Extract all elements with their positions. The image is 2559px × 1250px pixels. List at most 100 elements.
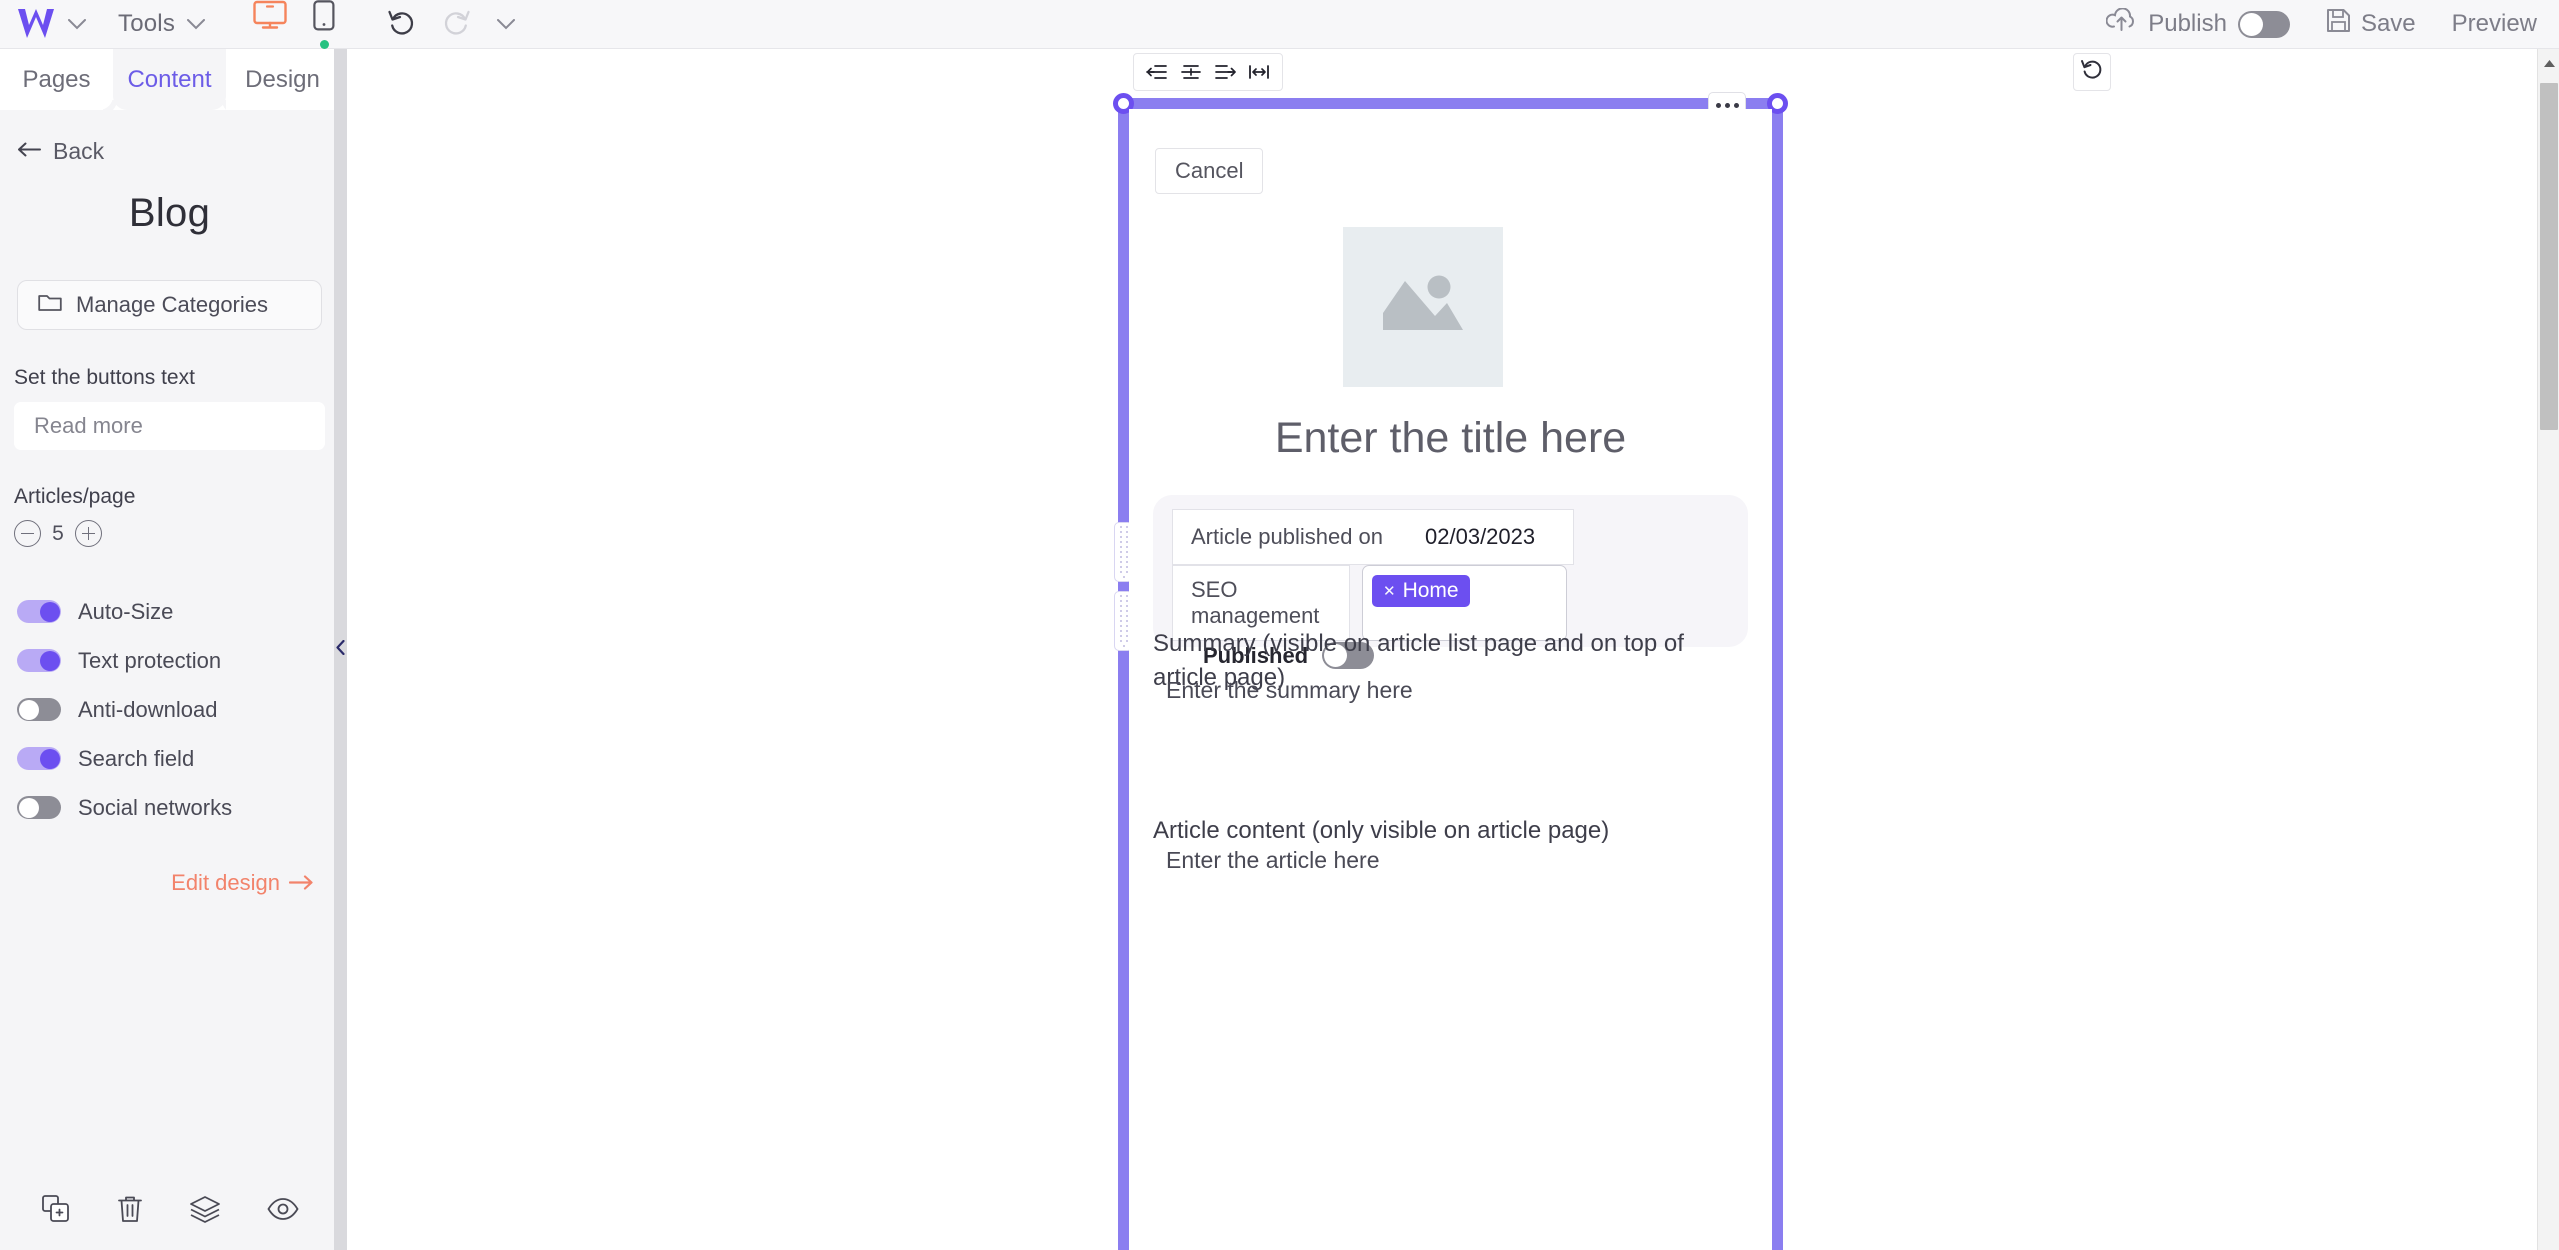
tab-content[interactable]: Content bbox=[99, 49, 240, 110]
publish-control[interactable]: Publish bbox=[2105, 7, 2290, 40]
seo-management-text: SEO management bbox=[1191, 577, 1320, 628]
text-protection-toggle[interactable] bbox=[17, 649, 61, 672]
anti-download-toggle[interactable] bbox=[17, 698, 61, 721]
scroll-up-icon[interactable] bbox=[2538, 53, 2559, 73]
article-content-heading: Article content (only visible on article… bbox=[1153, 817, 1610, 844]
chevron-left-icon bbox=[336, 639, 345, 660]
back-button[interactable]: Back bbox=[0, 110, 339, 165]
arrow-right-icon bbox=[288, 870, 313, 896]
articles-per-page-stepper: 5 bbox=[0, 509, 339, 547]
toggle-row-search-field[interactable]: Search field bbox=[0, 734, 339, 783]
redo-button[interactable] bbox=[441, 8, 471, 41]
tab-pages[interactable]: Pages bbox=[0, 49, 113, 110]
auto-size-toggle[interactable] bbox=[17, 600, 61, 623]
page-title: Blog bbox=[128, 191, 211, 235]
align-left-icon[interactable] bbox=[1140, 55, 1174, 89]
sidebar-bottom-toolbar bbox=[0, 1172, 340, 1250]
article-content-placeholder[interactable]: Enter the article here bbox=[1166, 847, 1380, 874]
undo-button[interactable] bbox=[387, 8, 417, 41]
preview-label: Preview bbox=[2451, 10, 2537, 37]
reload-icon bbox=[2080, 58, 2104, 87]
toggle-row-text-protection[interactable]: Text protection bbox=[0, 636, 339, 685]
tools-menu[interactable]: Tools bbox=[118, 10, 207, 38]
search-field-toggle[interactable] bbox=[17, 747, 61, 770]
w-logo-icon bbox=[16, 7, 56, 41]
mobile-view-icon bbox=[313, 0, 335, 36]
app-logo[interactable] bbox=[0, 7, 88, 41]
minus-circle-icon[interactable] bbox=[14, 520, 41, 547]
left-sidebar: Pages Content Design Back Blog Manage Ca… bbox=[0, 49, 340, 1250]
settings-toggle-list: Auto-Size Text protection Anti-download … bbox=[0, 547, 339, 832]
layers-icon[interactable] bbox=[189, 1195, 221, 1228]
desktop-view-button[interactable] bbox=[253, 0, 287, 35]
buttons-text-value: Read more bbox=[34, 413, 143, 438]
chevron-down-icon bbox=[185, 13, 207, 35]
align-center-icon[interactable] bbox=[1174, 55, 1208, 89]
folder-icon bbox=[38, 292, 62, 318]
cloud-upload-icon bbox=[2105, 7, 2137, 40]
anti-download-label: Anti-download bbox=[78, 696, 218, 722]
search-field-label: Search field bbox=[78, 745, 195, 771]
summary-placeholder[interactable]: Enter the summary here bbox=[1166, 677, 1413, 704]
mobile-status-dot bbox=[319, 39, 329, 49]
plus-circle-icon[interactable] bbox=[75, 520, 102, 547]
top-toolbar: Tools Publish Save Preview bbox=[0, 0, 2559, 49]
save-label: Save bbox=[2360, 10, 2416, 37]
tag-chip-home[interactable]: ✕ Home bbox=[1372, 575, 1470, 607]
publish-toggle[interactable] bbox=[2237, 10, 2290, 38]
chevron-down-icon[interactable] bbox=[495, 13, 517, 35]
buttons-text-label: Set the buttons text bbox=[14, 366, 195, 389]
sidebar-collapse-handle[interactable] bbox=[334, 49, 347, 1250]
toggle-row-anti-download[interactable]: Anti-download bbox=[0, 685, 339, 734]
selection-right-border bbox=[1772, 98, 1783, 1250]
manage-categories-label: Manage Categories bbox=[76, 292, 269, 317]
preview-button[interactable]: Preview bbox=[2452, 10, 2537, 38]
eye-icon[interactable] bbox=[267, 1197, 299, 1225]
tab-content-label: Content bbox=[127, 65, 212, 93]
reload-button[interactable] bbox=[2073, 53, 2111, 91]
text-protection-label: Text protection bbox=[78, 647, 222, 673]
tools-label: Tools bbox=[118, 10, 176, 37]
back-label: Back bbox=[53, 138, 105, 164]
save-button[interactable]: Save bbox=[2326, 8, 2416, 40]
tab-design-label: Design bbox=[245, 65, 320, 93]
scrollbar-thumb[interactable] bbox=[2540, 83, 2558, 430]
published-on-row[interactable]: Article published on 02/03/2023 bbox=[1172, 509, 1574, 565]
publish-label: Publish bbox=[2148, 10, 2227, 37]
social-networks-toggle[interactable] bbox=[17, 796, 61, 819]
selection-left-border bbox=[1118, 98, 1129, 1250]
close-icon[interactable]: ✕ bbox=[1383, 582, 1396, 600]
article-meta-card: Article published on 02/03/2023 SEO mana… bbox=[1153, 495, 1748, 669]
published-on-label: Article published on bbox=[1191, 524, 1384, 549]
manage-categories-button[interactable]: Manage Categories bbox=[17, 280, 322, 330]
trash-icon[interactable] bbox=[117, 1194, 143, 1229]
auto-size-label: Auto-Size bbox=[78, 598, 174, 624]
align-right-icon[interactable] bbox=[1208, 55, 1242, 89]
floppy-disk-icon bbox=[2326, 8, 2351, 40]
page-scrollbar[interactable] bbox=[2537, 49, 2559, 1250]
arrow-left-icon bbox=[18, 142, 42, 162]
mobile-view-button[interactable] bbox=[313, 0, 335, 49]
fit-width-icon[interactable] bbox=[1242, 55, 1276, 89]
articles-per-page-value: 5 bbox=[52, 521, 64, 545]
toggle-row-auto-size[interactable]: Auto-Size bbox=[0, 587, 339, 636]
desktop-view-icon bbox=[253, 0, 287, 35]
sidebar-tabs: Pages Content Design bbox=[0, 49, 339, 110]
duplicate-icon[interactable] bbox=[41, 1194, 71, 1229]
article-editor-page: Cancel Enter the title here Article publ… bbox=[1129, 109, 1772, 1250]
cancel-button[interactable]: Cancel bbox=[1155, 148, 1264, 194]
selection-top-border bbox=[1118, 98, 1783, 109]
edit-design-link[interactable]: Edit design bbox=[0, 832, 339, 896]
cancel-label: Cancel bbox=[1175, 158, 1244, 183]
article-title-placeholder[interactable]: Enter the title here bbox=[1129, 414, 1772, 463]
edit-design-label: Edit design bbox=[171, 870, 280, 895]
toggle-row-social-networks[interactable]: Social networks bbox=[0, 783, 339, 832]
tab-design[interactable]: Design bbox=[226, 49, 339, 110]
selected-element-frame[interactable]: Cancel Enter the title here Article publ… bbox=[1113, 92, 1788, 1250]
article-image-placeholder[interactable] bbox=[1343, 227, 1503, 387]
published-on-value: 02/03/2023 bbox=[1425, 524, 1536, 549]
social-networks-label: Social networks bbox=[78, 794, 233, 820]
image-placeholder-icon bbox=[1373, 264, 1473, 351]
buttons-text-input[interactable]: Read more bbox=[14, 402, 325, 450]
chevron-down-icon[interactable] bbox=[66, 13, 88, 35]
